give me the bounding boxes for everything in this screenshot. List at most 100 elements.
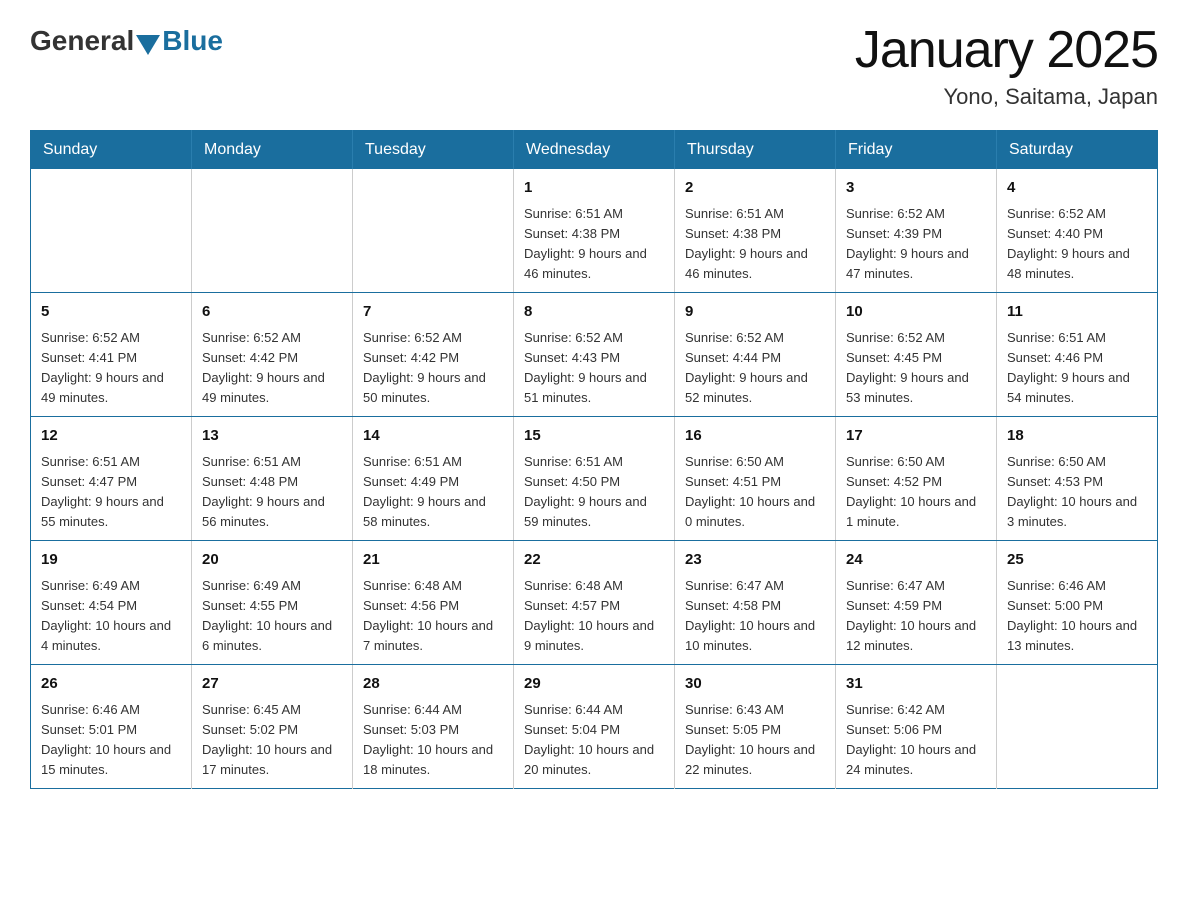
empty-cell: [192, 169, 353, 293]
day-number: 31: [846, 673, 986, 696]
day-number: 13: [202, 425, 342, 448]
calendar-day-cell: 9Sunrise: 6:52 AM Sunset: 4:44 PM Daylig…: [675, 293, 836, 417]
calendar-day-cell: 17 Sunrise: 6:50 AM Sunset: 4:52 PM Dayli…: [836, 417, 997, 541]
calendar-day-cell: 16 Sunrise: 6:50 AM Sunset: 4:51 PM Dayli…: [675, 417, 836, 541]
day-number: 4: [1007, 177, 1147, 200]
day-number: 27: [202, 673, 342, 696]
calendar-day-cell: 6 Sunrise: 6:52 AM Sunset: 4:42 PM Daylig…: [192, 293, 353, 417]
calendar-day-cell: 8 Sunrise: 6:52 AM Sunset: 4:43 PM Daylig…: [514, 293, 675, 417]
calendar-day-cell: 27 Sunrise: 6:45 AM Sunset: 5:02 PM Dayli…: [192, 665, 353, 789]
calendar-day-cell: 22 Sunrise: 6:48 AM Sunset: 4:57 PM Dayli…: [514, 541, 675, 665]
calendar-day-cell: 15 Sunrise: 6:51 AM Sunset: 4:50 PM Dayli…: [514, 417, 675, 541]
calendar-day-cell: 19Sunrise: 6:49 AM Sunset: 4:54 PM Dayli…: [31, 541, 192, 665]
day-number: 21: [363, 549, 503, 572]
calendar-day-cell: 3 Sunrise: 6:52 AM Sunset: 4:39 PM Daylig…: [836, 169, 997, 293]
calendar-day-cell: 30Sunrise: 6:43 AM Sunset: 5:05 PM Dayli…: [675, 665, 836, 789]
day-info: Sunrise: 6:52 AM Sunset: 4:45 PM Dayligh…: [846, 328, 986, 409]
day-info: Sunrise: 6:52 AM Sunset: 4:41 PM Dayligh…: [41, 328, 181, 409]
day-info: Sunrise: 6:50 AM Sunset: 4:53 PM Dayligh…: [1007, 452, 1147, 533]
calendar-day-cell: 24Sunrise: 6:47 AM Sunset: 4:59 PM Dayli…: [836, 541, 997, 665]
empty-cell: [31, 169, 192, 293]
day-number: 2: [685, 177, 825, 200]
weekday-header-wednesday: Wednesday: [514, 131, 675, 170]
calendar-week-row: 26Sunrise: 6:46 AM Sunset: 5:01 PM Dayli…: [31, 665, 1158, 789]
day-info: Sunrise: 6:44 AM Sunset: 5:03 PM Dayligh…: [363, 700, 503, 781]
day-number: 15: [524, 425, 664, 448]
day-info: Sunrise: 6:52 AM Sunset: 4:42 PM Dayligh…: [202, 328, 342, 409]
calendar-day-cell: 29 Sunrise: 6:44 AM Sunset: 5:04 PM Dayli…: [514, 665, 675, 789]
calendar-day-cell: 14 Sunrise: 6:51 AM Sunset: 4:49 PM Dayli…: [353, 417, 514, 541]
calendar-day-cell: 11Sunrise: 6:51 AM Sunset: 4:46 PM Dayli…: [997, 293, 1158, 417]
calendar-day-cell: 26Sunrise: 6:46 AM Sunset: 5:01 PM Dayli…: [31, 665, 192, 789]
day-info: Sunrise: 6:49 AM Sunset: 4:54 PM Dayligh…: [41, 576, 181, 657]
day-number: 1: [524, 177, 664, 200]
day-info: Sunrise: 6:51 AM Sunset: 4:50 PM Dayligh…: [524, 452, 664, 533]
calendar-day-cell: 12Sunrise: 6:51 AM Sunset: 4:47 PM Dayli…: [31, 417, 192, 541]
day-number: 10: [846, 301, 986, 324]
empty-cell: [353, 169, 514, 293]
day-number: 12: [41, 425, 181, 448]
day-number: 29: [524, 673, 664, 696]
calendar-day-cell: 7 Sunrise: 6:52 AM Sunset: 4:42 PM Daylig…: [353, 293, 514, 417]
day-info: Sunrise: 6:51 AM Sunset: 4:38 PM Dayligh…: [524, 204, 664, 285]
day-number: 9: [685, 301, 825, 324]
day-number: 17: [846, 425, 986, 448]
day-info: Sunrise: 6:52 AM Sunset: 4:42 PM Dayligh…: [363, 328, 503, 409]
day-number: 16: [685, 425, 825, 448]
calendar-day-cell: 5 Sunrise: 6:52 AM Sunset: 4:41 PM Daylig…: [31, 293, 192, 417]
weekday-header-saturday: Saturday: [997, 131, 1158, 170]
weekday-header-tuesday: Tuesday: [353, 131, 514, 170]
day-info: Sunrise: 6:48 AM Sunset: 4:56 PM Dayligh…: [363, 576, 503, 657]
calendar-day-cell: 13 Sunrise: 6:51 AM Sunset: 4:48 PM Dayli…: [192, 417, 353, 541]
calendar-week-row: 19Sunrise: 6:49 AM Sunset: 4:54 PM Dayli…: [31, 541, 1158, 665]
day-number: 22: [524, 549, 664, 572]
day-info: Sunrise: 6:52 AM Sunset: 4:39 PM Dayligh…: [846, 204, 986, 285]
calendar-day-cell: 28Sunrise: 6:44 AM Sunset: 5:03 PM Dayli…: [353, 665, 514, 789]
calendar-day-cell: 25 Sunrise: 6:46 AM Sunset: 5:00 PM Dayli…: [997, 541, 1158, 665]
logo-general-text: General: [30, 25, 134, 57]
day-info: Sunrise: 6:52 AM Sunset: 4:43 PM Dayligh…: [524, 328, 664, 409]
day-info: Sunrise: 6:51 AM Sunset: 4:49 PM Dayligh…: [363, 452, 503, 533]
day-number: 6: [202, 301, 342, 324]
day-number: 14: [363, 425, 503, 448]
day-info: Sunrise: 6:48 AM Sunset: 4:57 PM Dayligh…: [524, 576, 664, 657]
day-number: 7: [363, 301, 503, 324]
day-number: 3: [846, 177, 986, 200]
calendar-day-cell: 21 Sunrise: 6:48 AM Sunset: 4:56 PM Dayli…: [353, 541, 514, 665]
day-number: 18: [1007, 425, 1147, 448]
day-info: Sunrise: 6:43 AM Sunset: 5:05 PM Dayligh…: [685, 700, 825, 781]
day-info: Sunrise: 6:47 AM Sunset: 4:58 PM Dayligh…: [685, 576, 825, 657]
location: Yono, Saitama, Japan: [855, 84, 1158, 110]
day-info: Sunrise: 6:50 AM Sunset: 4:51 PM Dayligh…: [685, 452, 825, 533]
day-info: Sunrise: 6:49 AM Sunset: 4:55 PM Dayligh…: [202, 576, 342, 657]
day-info: Sunrise: 6:44 AM Sunset: 5:04 PM Dayligh…: [524, 700, 664, 781]
page-header: General Blue January 2025 Yono, Saitama,…: [30, 20, 1158, 110]
day-info: Sunrise: 6:45 AM Sunset: 5:02 PM Dayligh…: [202, 700, 342, 781]
month-title: January 2025: [855, 20, 1158, 80]
day-number: 23: [685, 549, 825, 572]
day-info: Sunrise: 6:46 AM Sunset: 5:00 PM Dayligh…: [1007, 576, 1147, 657]
day-info: Sunrise: 6:51 AM Sunset: 4:46 PM Dayligh…: [1007, 328, 1147, 409]
day-info: Sunrise: 6:51 AM Sunset: 4:48 PM Dayligh…: [202, 452, 342, 533]
calendar-week-row: 12Sunrise: 6:51 AM Sunset: 4:47 PM Dayli…: [31, 417, 1158, 541]
calendar-day-cell: 4Sunrise: 6:52 AM Sunset: 4:40 PM Daylig…: [997, 169, 1158, 293]
calendar-week-row: 1 Sunrise: 6:51 AM Sunset: 4:38 PM Daylig…: [31, 169, 1158, 293]
weekday-header-sunday: Sunday: [31, 131, 192, 170]
day-info: Sunrise: 6:42 AM Sunset: 5:06 PM Dayligh…: [846, 700, 986, 781]
weekday-header-thursday: Thursday: [675, 131, 836, 170]
title-section: January 2025 Yono, Saitama, Japan: [855, 20, 1158, 110]
calendar-day-cell: 10 Sunrise: 6:52 AM Sunset: 4:45 PM Dayli…: [836, 293, 997, 417]
day-info: Sunrise: 6:50 AM Sunset: 4:52 PM Dayligh…: [846, 452, 986, 533]
calendar-week-row: 5 Sunrise: 6:52 AM Sunset: 4:41 PM Daylig…: [31, 293, 1158, 417]
day-info: Sunrise: 6:46 AM Sunset: 5:01 PM Dayligh…: [41, 700, 181, 781]
empty-cell: [997, 665, 1158, 789]
logo-blue-text: Blue: [162, 25, 223, 57]
calendar-day-cell: 31 Sunrise: 6:42 AM Sunset: 5:06 PM Dayli…: [836, 665, 997, 789]
day-number: 25: [1007, 549, 1147, 572]
day-number: 24: [846, 549, 986, 572]
weekday-header-monday: Monday: [192, 131, 353, 170]
day-number: 8: [524, 301, 664, 324]
calendar-day-cell: 18 Sunrise: 6:50 AM Sunset: 4:53 PM Dayli…: [997, 417, 1158, 541]
calendar-header-row: SundayMondayTuesdayWednesdayThursdayFrid…: [31, 131, 1158, 170]
day-number: 5: [41, 301, 181, 324]
